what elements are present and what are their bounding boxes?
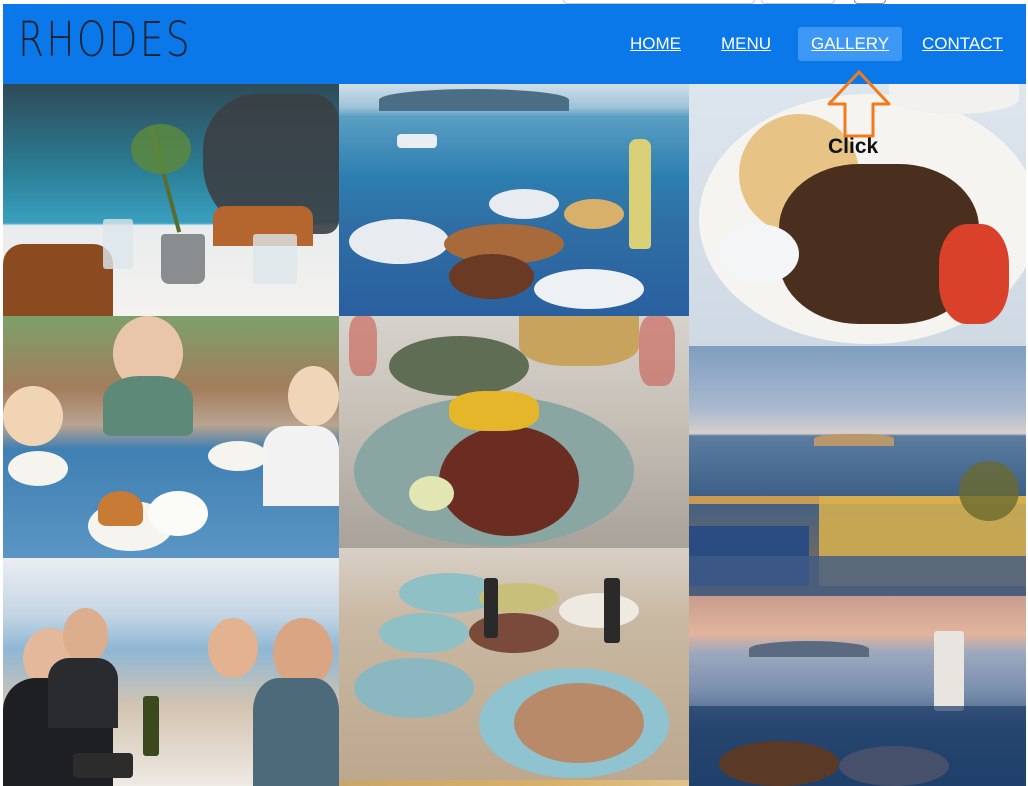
gallery-photo-friends-toast[interactable]	[3, 558, 339, 786]
page: RHODES HOME MENU GALLERY CONTACT Click	[3, 4, 1026, 786]
gallery-photo-harbour-sunset[interactable]	[689, 596, 1026, 786]
gallery-photo-mezze-table[interactable]	[339, 548, 689, 786]
gallery-photo-sunset-terrace[interactable]	[689, 346, 1026, 596]
click-annotation-label: Click	[828, 135, 879, 158]
gallery-photo-octopus-salad[interactable]	[339, 316, 689, 548]
gallery-photo-family-dinner[interactable]	[3, 316, 339, 558]
photo-gallery	[3, 84, 1026, 786]
gallery-photo-seaside-table[interactable]	[3, 84, 339, 316]
gallery-photo-sea-view-table[interactable]	[339, 84, 689, 316]
gallery-photo-partial[interactable]	[339, 780, 689, 786]
nav-gallery-link[interactable]: GALLERY	[798, 27, 903, 61]
nav-home-link[interactable]: HOME	[617, 27, 694, 61]
nav-contact-link[interactable]: CONTACT	[909, 27, 1016, 61]
site-logo[interactable]: RHODES	[18, 12, 192, 68]
nav-menu-link[interactable]: MENU	[708, 27, 784, 61]
